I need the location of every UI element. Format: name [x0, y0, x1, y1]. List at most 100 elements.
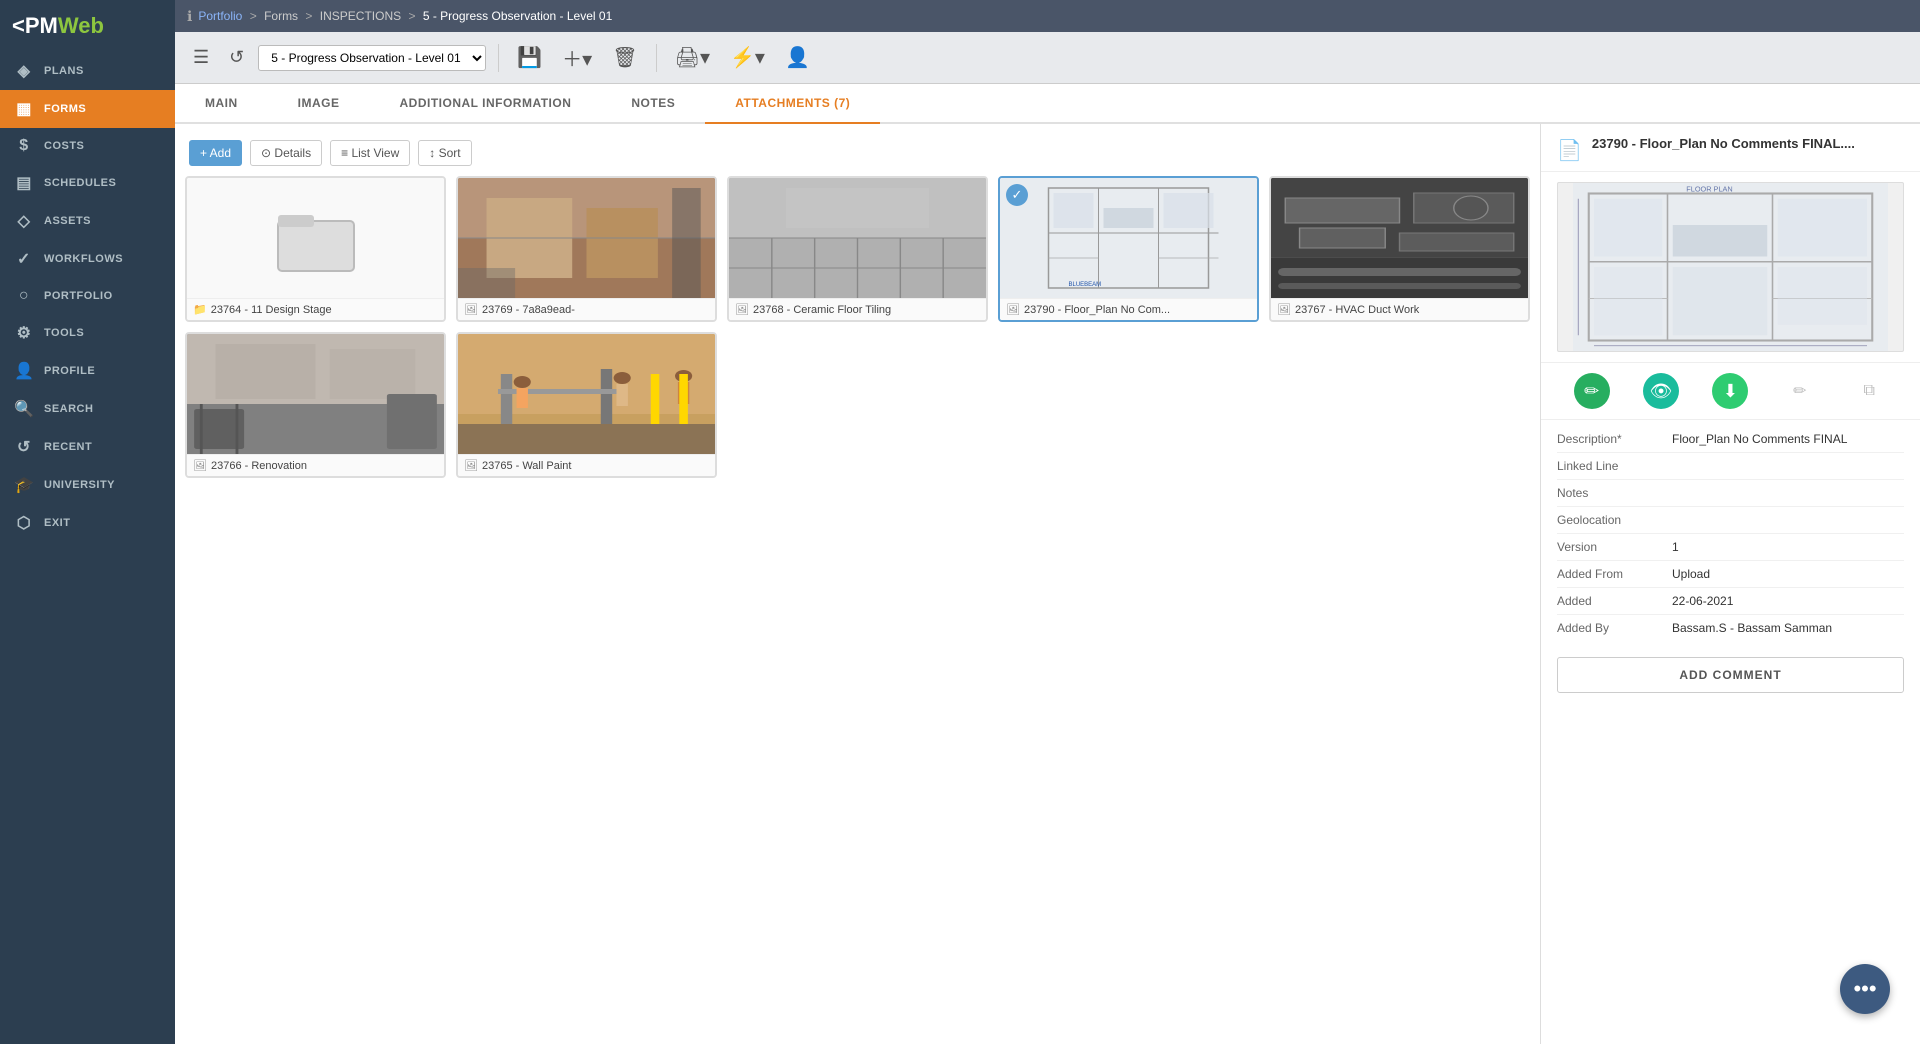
pdf-icon: 📄: [1557, 138, 1582, 163]
detail-row-added: Added 22-06-2021: [1557, 588, 1904, 615]
sidebar-item-portfolio[interactable]: ○ PORTFOLIO: [0, 278, 175, 314]
delete-button[interactable]: 🗑: [606, 41, 643, 74]
save-button[interactable]: 💾: [511, 41, 548, 74]
sort-label: ↕ Sort: [429, 146, 460, 160]
thumbnail-label: 🖼 23765 - Wall Paint: [458, 454, 715, 476]
geolocation-label: Geolocation: [1557, 513, 1672, 527]
breadcrumb-portfolio-link[interactable]: Portfolio: [198, 9, 242, 23]
sidebar-item-schedules[interactable]: ▤ SCHEDULES: [0, 164, 175, 202]
app-logo: <PMWeb: [0, 0, 175, 52]
tab-additional[interactable]: ADDITIONAL INFORMATION: [370, 84, 602, 124]
sidebar-item-tools[interactable]: ⚙ TOOLS: [0, 314, 175, 352]
breadcrumb-sep2: >: [305, 9, 312, 23]
sidebar-item-label: PLANS: [44, 65, 84, 77]
user-button[interactable]: 👤: [779, 41, 816, 74]
image-icon: 🖼: [464, 303, 478, 316]
image-icon: 🖼: [464, 459, 478, 472]
form-select[interactable]: 5 - Progress Observation - Level 01: [258, 45, 486, 71]
linked-line-label: Linked Line: [1557, 459, 1672, 473]
sidebar-item-plans[interactable]: ◈ PLANS: [0, 52, 175, 90]
thumbnail-item[interactable]: 🖼 23769 - 7a8a9ead-: [456, 176, 717, 322]
description-value: Floor_Plan No Comments FINAL: [1672, 432, 1904, 446]
detail-row-description: Description* Floor_Plan No Comments FINA…: [1557, 426, 1904, 453]
view-button[interactable]: 👁: [1643, 373, 1679, 409]
thumbnail-floor-image: [729, 178, 986, 298]
sidebar-item-costs[interactable]: $ COSTS: [0, 128, 175, 164]
svg-text:BLUEBEAM: BLUEBEAM: [1069, 282, 1102, 288]
add-comment-button[interactable]: ADD COMMENT: [1557, 657, 1904, 693]
thumbnail-hvac-image: [1271, 178, 1528, 298]
fab-icon: •••: [1853, 976, 1876, 1002]
sort-button[interactable]: ↕ Sort: [418, 140, 471, 166]
sidebar-item-label: TOOLS: [44, 327, 84, 339]
detail-row-notes: Notes: [1557, 480, 1904, 507]
fab-button[interactable]: •••: [1840, 964, 1890, 1014]
right-panel: 📄 23790 - Floor_Plan No Comments FINAL..…: [1540, 124, 1920, 1044]
thumbnail-item[interactable]: 🖼 23767 - HVAC Duct Work: [1269, 176, 1530, 322]
added-from-value: Upload: [1672, 567, 1904, 581]
rp-details: Description* Floor_Plan No Comments FINA…: [1541, 420, 1920, 647]
tab-bar: MAIN IMAGE ADDITIONAL INFORMATION NOTES …: [175, 84, 1920, 124]
file-title: 23790 - Floor_Plan No Comments FINAL....: [1592, 136, 1855, 153]
print-button[interactable]: 🖨▾: [669, 41, 716, 74]
sidebar-item-recent[interactable]: ↺ RECENT: [0, 428, 175, 466]
schedules-icon: ▤: [14, 173, 34, 193]
details-label: ⊙ Details: [261, 146, 311, 160]
preview-image: FLOOR PLAN: [1557, 182, 1904, 352]
thumbnail-item[interactable]: 🖼 23768 - Ceramic Floor Tiling: [727, 176, 988, 322]
thumbnail-grid: 📁 23764 - 11 Design Stage: [185, 176, 1530, 478]
toolbar-separator2: [656, 44, 657, 72]
exit-icon: ⬡: [14, 513, 34, 533]
add-attachment-label: + Add: [200, 146, 231, 160]
sidebar-item-label: COSTS: [44, 140, 84, 152]
thumbnail-label: 🖼 23766 - Renovation: [187, 454, 444, 476]
rp-actions: ✏ 👁 ⬇ ✏ ⧉: [1541, 363, 1920, 420]
thumbnail-floorplan-image: BLUEBEAM: [1000, 178, 1257, 298]
tab-main[interactable]: MAIN: [175, 84, 268, 124]
sidebar-item-label: SCHEDULES: [44, 177, 116, 189]
tab-attachments[interactable]: ATTACHMENTS (7): [705, 84, 880, 124]
thumbnail-renovation-image: [187, 334, 444, 454]
thumbnail-item-selected[interactable]: ✓: [998, 176, 1259, 322]
added-value: 22-06-2021: [1672, 594, 1904, 608]
list-view-button[interactable]: ≡ List View: [330, 140, 410, 166]
download-button[interactable]: ⬇: [1712, 373, 1748, 409]
description-label: Description*: [1557, 432, 1672, 446]
add-button[interactable]: ＋▾: [556, 39, 598, 76]
lightning-button[interactable]: ⚡▾: [724, 41, 771, 74]
add-attachment-button[interactable]: + Add: [189, 140, 242, 166]
toolbar: ☰ ↺ 5 - Progress Observation - Level 01 …: [175, 32, 1920, 84]
sidebar-item-university[interactable]: 🎓 UNIVERSITY: [0, 466, 175, 504]
details-button[interactable]: ⊙ Details: [250, 140, 322, 166]
image-icon: 🖼: [735, 303, 749, 316]
thumbnail-item[interactable]: 🖼 23765 - Wall Paint: [456, 332, 717, 478]
sidebar-item-search[interactable]: 🔍 SEARCH: [0, 390, 175, 428]
sidebar-item-profile[interactable]: 👤 PROFILE: [0, 352, 175, 390]
annotate-button[interactable]: ✏: [1782, 373, 1818, 409]
breadcrumb-sep3: >: [408, 9, 415, 23]
copy-button[interactable]: ⧉: [1851, 373, 1887, 409]
image-icon: 🖼: [193, 459, 207, 472]
tab-image[interactable]: IMAGE: [268, 84, 370, 124]
sidebar-item-exit[interactable]: ⬡ EXIT: [0, 504, 175, 542]
sidebar-item-label: UNIVERSITY: [44, 479, 115, 491]
thumbnail-label: 🖼 23790 - Floor_Plan No Com...: [1000, 298, 1257, 320]
recent-icon: ↺: [14, 437, 34, 457]
sidebar-item-workflows[interactable]: ✓ WORKFLOWS: [0, 240, 175, 278]
version-value: 1: [1672, 540, 1904, 554]
sidebar-item-forms[interactable]: ▦ FORMS: [0, 90, 175, 128]
history-button[interactable]: ↺: [223, 43, 250, 72]
thumbnail-item[interactable]: 🖼 23766 - Renovation: [185, 332, 446, 478]
tab-notes[interactable]: NOTES: [601, 84, 705, 124]
menu-button[interactable]: ☰: [187, 43, 215, 72]
image-icon: 🖼: [1277, 303, 1291, 316]
sidebar-item-assets[interactable]: ◇ ASSETS: [0, 202, 175, 240]
plans-icon: ◈: [14, 61, 34, 81]
main-content: ℹ Portfolio > Forms > INSPECTIONS > 5 - …: [175, 0, 1920, 1044]
thumbnail-item[interactable]: 📁 23764 - 11 Design Stage: [185, 176, 446, 322]
selected-badge: ✓: [1006, 184, 1028, 206]
sidebar-item-label: FORMS: [44, 103, 86, 115]
toolbar-separator: [498, 44, 499, 72]
thumbnail-label: 🖼 23769 - 7a8a9ead-: [458, 298, 715, 320]
edit-button[interactable]: ✏: [1574, 373, 1610, 409]
